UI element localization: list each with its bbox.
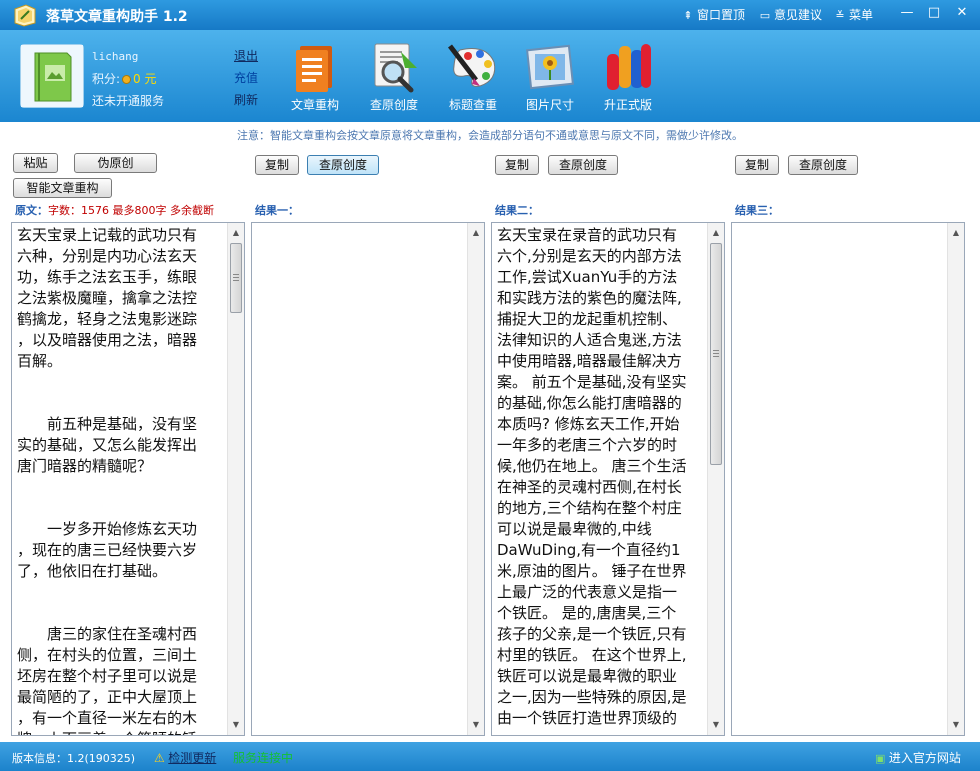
result-1-label: 结果一： bbox=[255, 204, 299, 217]
tool-title-dup-button[interactable]: 标题查重 bbox=[440, 40, 506, 120]
result-1-scrollbar[interactable]: ▲ ▼ bbox=[467, 223, 484, 735]
tool-originality-label: 查原创度 bbox=[369, 98, 418, 112]
feedback-label: 意见建议 bbox=[774, 8, 823, 22]
points-value: 0 bbox=[133, 72, 141, 86]
points-label: 积分: bbox=[92, 72, 121, 86]
toolbar: lichang 积分: 0 元 还未开通服务 退出 充值 刷新 文章重构 查原创度 bbox=[0, 30, 980, 122]
scroll-thumb[interactable] bbox=[230, 243, 242, 313]
source-label-text: 原文： bbox=[15, 204, 48, 217]
paste-button[interactable]: 粘贴 bbox=[13, 153, 58, 173]
source-label: 原文：字数：1576 最多800字 多余截断 bbox=[15, 202, 214, 218]
menu-chevron-icon: ≚ bbox=[835, 9, 845, 22]
source-text: 玄天宝录上记载的武功只有 六种，分别是内功心法玄天 功，练手之法玄玉手，练眼 之… bbox=[17, 226, 198, 735]
scroll-up-arrow-icon[interactable]: ▲ bbox=[228, 225, 244, 241]
paint-palette-icon bbox=[448, 44, 496, 87]
source-stats: 字数：1576 最多800字 多余截断 bbox=[48, 204, 214, 217]
pin-window-button[interactable]: ⇞ 窗口置顶 bbox=[682, 6, 745, 23]
tool-upgrade-label: 升正式版 bbox=[603, 98, 652, 112]
menu-button[interactable]: ≚ 菜单 bbox=[834, 6, 873, 23]
picture-frame-icon bbox=[526, 44, 574, 90]
close-button[interactable]: ✕ bbox=[948, 2, 976, 24]
recharge-link[interactable]: 充值 bbox=[234, 69, 258, 86]
result-2-textarea[interactable]: 玄天宝录在录音的武功只有 六个,分别是玄天的内部方法 工作,尝试XuanYu手的… bbox=[491, 222, 725, 736]
result-3-scrollbar[interactable]: ▲ ▼ bbox=[947, 223, 964, 735]
result-2-text: 玄天宝录在录音的武功只有 六个,分别是玄天的内部方法 工作,尝试XuanYu手的… bbox=[497, 226, 687, 727]
status-bar: 版本信息：1.2(190325) ⚠ 检测更新 服务连接中 ▣ 进入官方网站 bbox=[0, 742, 980, 771]
maximize-button[interactable]: □ bbox=[920, 2, 948, 24]
scroll-down-arrow-icon[interactable]: ▼ bbox=[948, 717, 964, 733]
document-rewrite-icon bbox=[296, 46, 332, 92]
connection-status: 服务连接中 bbox=[233, 751, 294, 765]
source-textarea[interactable]: 玄天宝录上记载的武功只有 六种，分别是内功心法玄天 功，练手之法玄玉手，练眼 之… bbox=[11, 222, 245, 736]
monitor-icon: ▣ bbox=[875, 752, 886, 765]
check-result-1-button[interactable]: 查原创度 bbox=[307, 155, 379, 175]
tool-image-size-button[interactable]: 图片尺寸 bbox=[517, 40, 583, 120]
official-site-link[interactable]: ▣ 进入官方网站 bbox=[875, 749, 961, 766]
copy-result-2-button[interactable]: 复制 bbox=[495, 155, 539, 175]
user-points: 积分: 0 元 bbox=[92, 70, 157, 87]
service-status: 还未开通服务 bbox=[92, 94, 165, 108]
result-1-textarea[interactable]: ▲ ▼ bbox=[251, 222, 485, 736]
tool-rewrite-label: 文章重构 bbox=[290, 98, 339, 112]
scroll-down-arrow-icon[interactable]: ▼ bbox=[468, 717, 484, 733]
menu-label: 菜单 bbox=[849, 8, 874, 22]
coin-icon bbox=[122, 75, 132, 84]
magnifier-check-icon bbox=[374, 43, 417, 93]
tool-title-dup-label: 标题查重 bbox=[448, 98, 497, 112]
check-result-3-button[interactable]: 查原创度 bbox=[788, 155, 858, 175]
scroll-up-arrow-icon[interactable]: ▲ bbox=[948, 225, 964, 241]
result-2-scrollbar[interactable]: ▲ ▼ bbox=[707, 223, 724, 735]
result-3-textarea[interactable]: ▲ ▼ bbox=[731, 222, 965, 736]
notice-text: 注意：智能文章重构会按文章原意将文章重构，会造成部分语句不通或意思与原文不同，需… bbox=[237, 129, 743, 142]
scroll-up-arrow-icon[interactable]: ▲ bbox=[468, 225, 484, 241]
upgrade-bars-icon bbox=[607, 44, 651, 90]
comment-icon: ▭ bbox=[759, 9, 771, 22]
copy-result-1-button[interactable]: 复制 bbox=[255, 155, 299, 175]
result-2-label: 结果二： bbox=[495, 204, 539, 217]
minimize-button[interactable]: — bbox=[893, 2, 921, 24]
user-name: lichang bbox=[92, 50, 139, 63]
pseudo-original-button[interactable]: 伪原创 bbox=[74, 153, 157, 173]
source-scrollbar[interactable]: ▲ ▼ bbox=[227, 223, 244, 735]
app-logo-icon bbox=[14, 4, 36, 27]
title-bar: 落草文章重构助手 1.2 ⇞ 窗口置顶 ▭ 意见建议 ≚ 菜单 — □ ✕ bbox=[0, 0, 980, 30]
scroll-up-arrow-icon[interactable]: ▲ bbox=[708, 225, 724, 241]
tool-rewrite-button[interactable]: 文章重构 bbox=[282, 40, 348, 120]
points-unit: 元 bbox=[144, 72, 157, 86]
tool-image-size-label: 图片尺寸 bbox=[525, 98, 574, 112]
app-title: 落草文章重构助手 1.2 bbox=[46, 9, 188, 25]
result-3-label: 结果三： bbox=[735, 204, 779, 217]
tool-upgrade-button[interactable]: 升正式版 bbox=[595, 40, 661, 120]
feedback-button[interactable]: ▭ 意见建议 bbox=[759, 6, 822, 23]
warning-icon: ⚠ bbox=[154, 751, 165, 765]
check-update-link[interactable]: ⚠ 检测更新 bbox=[154, 749, 216, 766]
scroll-down-arrow-icon[interactable]: ▼ bbox=[708, 717, 724, 733]
copy-result-3-button[interactable]: 复制 bbox=[735, 155, 779, 175]
tool-originality-button[interactable]: 查原创度 bbox=[361, 40, 427, 120]
scroll-down-arrow-icon[interactable]: ▼ bbox=[228, 717, 244, 733]
avatar-book-icon bbox=[21, 45, 83, 107]
avatar[interactable] bbox=[20, 44, 84, 108]
refresh-link[interactable]: 刷新 bbox=[234, 91, 258, 108]
smart-rewrite-button[interactable]: 智能文章重构 bbox=[13, 178, 112, 198]
pin-window-label: 窗口置顶 bbox=[697, 8, 746, 22]
logout-link[interactable]: 退出 bbox=[234, 47, 258, 64]
version-info: 版本信息：1.2(190325) bbox=[12, 752, 136, 765]
check-result-2-button[interactable]: 查原创度 bbox=[548, 155, 618, 175]
check-update-label: 检测更新 bbox=[168, 751, 217, 765]
official-site-label: 进入官方网站 bbox=[888, 751, 961, 765]
scroll-thumb[interactable] bbox=[710, 243, 722, 465]
pin-icon: ⇞ bbox=[683, 9, 693, 22]
